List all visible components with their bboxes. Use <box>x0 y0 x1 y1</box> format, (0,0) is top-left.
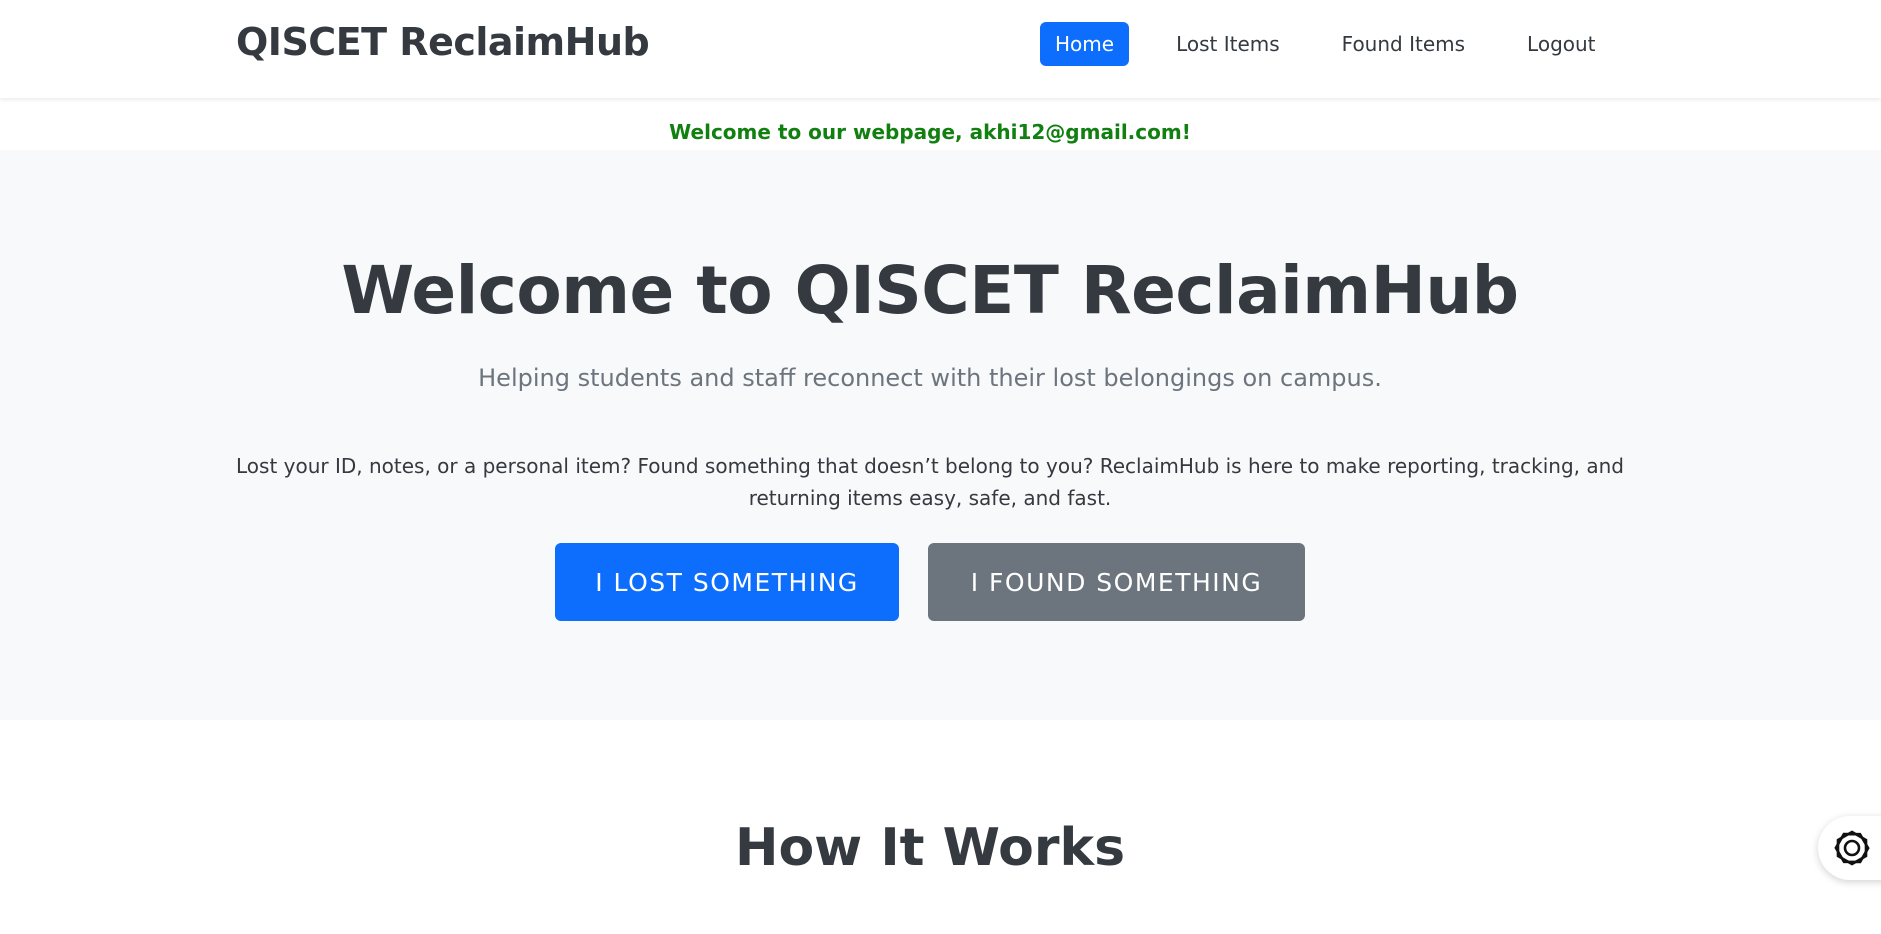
chat-assistant-icon <box>1834 830 1870 866</box>
navbar: QISCET ReclaimHub Home Lost Items Found … <box>0 0 1881 98</box>
hero-title: Welcome to QISCET ReclaimHub <box>341 252 1519 329</box>
lost-something-button[interactable]: I LOST SOMETHING <box>555 543 899 621</box>
nav-link-found-items[interactable]: Found Items <box>1327 22 1480 66</box>
found-something-button[interactable]: I FOUND SOMETHING <box>928 543 1305 621</box>
nav-link-home[interactable]: Home <box>1040 22 1130 66</box>
hero-subtitle: Helping students and staff reconnect wit… <box>478 364 1382 392</box>
hero-description: Lost your ID, notes, or a personal item?… <box>236 454 1624 510</box>
hero-section: Welcome to QISCET ReclaimHub Helping stu… <box>0 150 1881 720</box>
welcome-message: Welcome to our webpage, akhi12@gmail.com… <box>669 120 1191 144</box>
chat-widget-button[interactable] <box>1818 816 1881 880</box>
nav-menu: Home Lost Items Found Items Logout <box>1040 22 1643 66</box>
nav-link-lost-items[interactable]: Lost Items <box>1161 22 1295 66</box>
how-it-works-title: How It Works <box>734 818 1126 878</box>
brand-logo[interactable]: QISCET ReclaimHub <box>236 20 650 64</box>
nav-link-logout[interactable]: Logout <box>1512 22 1610 66</box>
